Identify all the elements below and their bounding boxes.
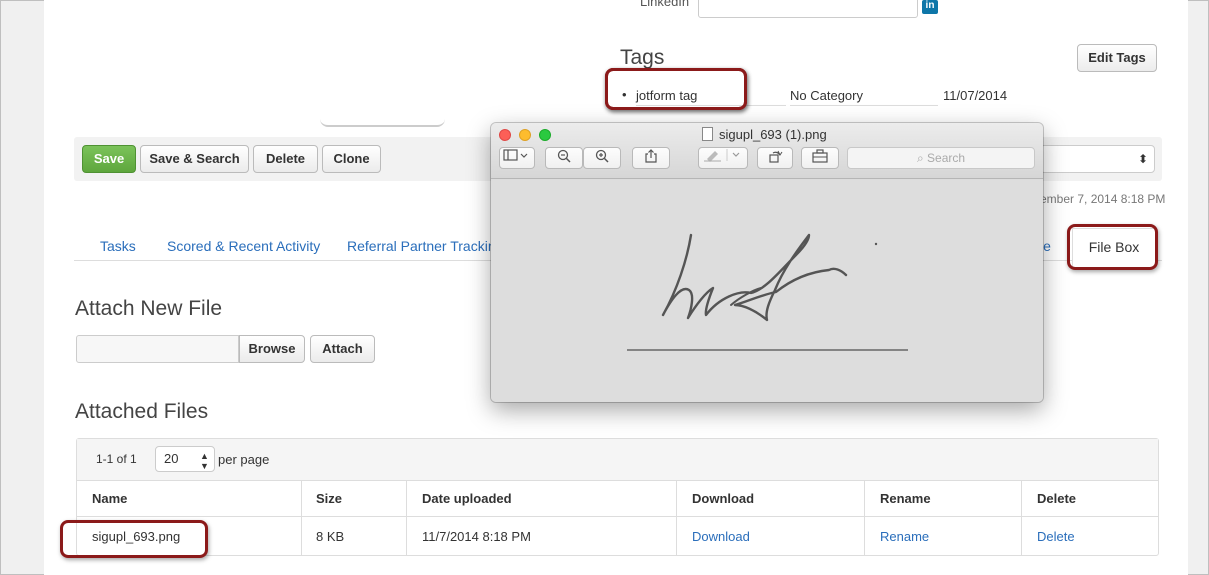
rotate-icon: [769, 150, 783, 163]
column-header-rename: Rename: [880, 491, 931, 506]
column-divider: [864, 480, 865, 555]
search-icon: ⌕: [916, 151, 924, 165]
zoom-out-icon: [557, 149, 571, 163]
column-divider: [676, 480, 677, 555]
callout-tag-front: [605, 68, 747, 110]
delete-link[interactable]: Delete: [1037, 529, 1075, 544]
attached-files-heading: Attached Files: [75, 400, 209, 423]
zoom-button[interactable]: [539, 129, 551, 141]
column-header-date[interactable]: Date uploaded: [422, 491, 512, 506]
zoom-in-icon: [595, 149, 609, 163]
save-button[interactable]: Save: [82, 145, 136, 173]
column-divider: [301, 480, 302, 555]
select-arrows-icon: ▲ ▼: [200, 451, 209, 471]
record-select[interactable]: ⬍: [1040, 145, 1155, 173]
callout-file-name: [60, 520, 208, 558]
column-header-download: Download: [692, 491, 755, 506]
attach-new-file-heading: Attach New File: [75, 297, 223, 320]
tab-tasks[interactable]: Tasks: [100, 238, 136, 254]
preview-search-input[interactable]: ⌕ Search: [847, 147, 1035, 169]
signature-image: [627, 233, 908, 351]
tag-category-divider: [790, 105, 938, 106]
file-size: 8 KB: [316, 529, 345, 544]
updated-timestamp: ember 7, 2014 8:18 PM: [1040, 192, 1166, 206]
column-divider: [1021, 480, 1022, 555]
save-and-search-button[interactable]: Save & Search: [140, 145, 249, 173]
signature-dot: [874, 242, 878, 246]
share-icon: [645, 149, 657, 163]
toolbox-icon: [812, 149, 828, 163]
close-button[interactable]: [499, 129, 511, 141]
table-header: [77, 480, 1158, 517]
dropdown-shadow: [320, 115, 445, 127]
image-canvas: [491, 180, 1043, 402]
preview-title: sigupl_693 (1).png: [719, 127, 827, 142]
sidebar-icon: [503, 149, 528, 161]
download-link[interactable]: Download: [692, 529, 750, 544]
rotate-button[interactable]: [757, 147, 793, 169]
column-header-size[interactable]: Size: [316, 491, 342, 506]
clone-button[interactable]: Clone: [322, 145, 381, 173]
markup-button[interactable]: [698, 147, 748, 169]
preview-window: sigupl_693 (1).png ⌕ Search: [491, 123, 1043, 402]
column-header-delete: Delete: [1037, 491, 1077, 506]
tab-scored-recent-activity[interactable]: Scored & Recent Activity: [167, 238, 320, 254]
minimize-button[interactable]: [519, 129, 531, 141]
share-button[interactable]: [632, 147, 670, 169]
tag-date: 11/07/2014: [943, 88, 1008, 103]
pen-icon: [704, 149, 740, 162]
edit-tags-button[interactable]: Edit Tags: [1077, 44, 1157, 72]
tags-heading: Tags: [620, 46, 665, 69]
browse-button[interactable]: Browse: [239, 335, 305, 363]
delete-button[interactable]: Delete: [253, 145, 318, 173]
toolbox-button[interactable]: [801, 147, 839, 169]
rename-link[interactable]: Rename: [880, 529, 929, 544]
per-page-label: per page: [218, 452, 270, 467]
column-divider: [406, 480, 407, 555]
attach-button[interactable]: Attach: [310, 335, 375, 363]
file-date: 11/7/2014 8:18 PM: [422, 529, 531, 544]
file-input[interactable]: [76, 335, 239, 363]
zoom-out-button[interactable]: [545, 147, 583, 169]
sidebar-toggle-button[interactable]: [499, 147, 535, 169]
callout-file-box: [1067, 224, 1158, 270]
linkedin-icon[interactable]: in: [922, 0, 938, 14]
tab-referral-partner-tracking[interactable]: Referral Partner Tracking: [347, 238, 503, 254]
search-placeholder: Search: [927, 151, 966, 165]
pager-count: 1-1 of 1: [96, 452, 137, 466]
linkedin-input[interactable]: [698, 0, 918, 18]
zoom-in-button[interactable]: [583, 147, 621, 169]
linkedin-label: LinkedIn: [640, 0, 690, 9]
tag-category: No Category: [790, 88, 863, 103]
column-header-name[interactable]: Name: [92, 491, 127, 506]
document-icon: [702, 127, 713, 141]
